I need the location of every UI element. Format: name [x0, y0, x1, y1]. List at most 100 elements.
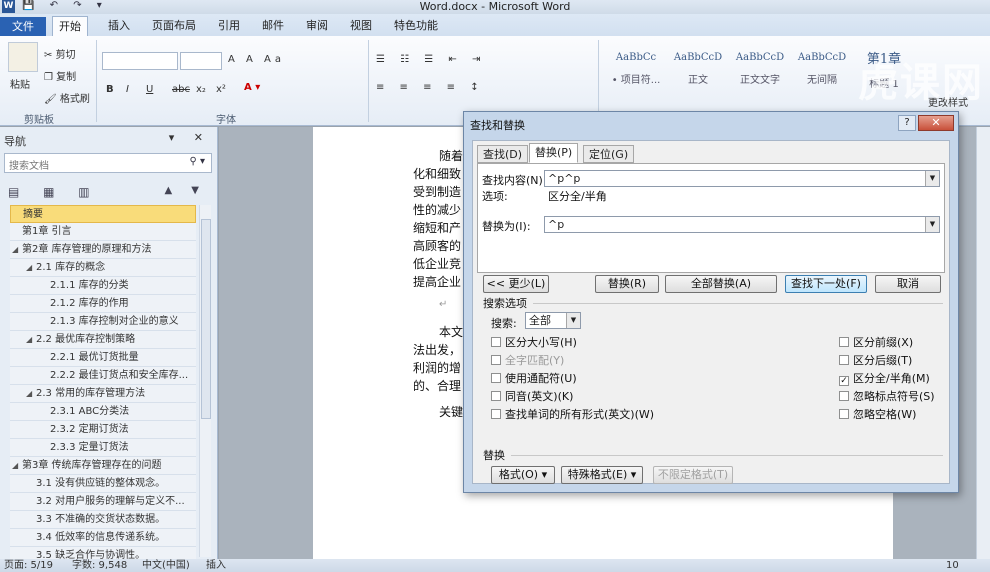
- nav-close-icon[interactable]: ▾ ✕: [169, 131, 211, 144]
- checkbox-icon[interactable]: [839, 391, 849, 401]
- option-checkbox[interactable]: 忽略空格(W): [839, 406, 916, 422]
- option-checkbox[interactable]: ✓ 区分全/半角(M): [839, 370, 930, 386]
- replace-all-button[interactable]: 全部替换(A): [665, 275, 777, 293]
- option-checkbox[interactable]: 查找单词的所有形式(英文)(W): [491, 406, 654, 422]
- tab-special-features[interactable]: 特色功能: [388, 16, 444, 36]
- checkbox-icon[interactable]: [491, 337, 501, 347]
- font-color-icon[interactable]: A ▾: [244, 82, 260, 93]
- checkmark-icon[interactable]: ✓: [839, 376, 849, 386]
- tab-references[interactable]: 引用: [212, 16, 246, 36]
- option-checkbox[interactable]: 使用通配符(U): [491, 370, 577, 386]
- nav-item[interactable]: ◢ 第3章 传统库存管理存在的问题: [10, 457, 196, 475]
- chevron-down-icon[interactable]: ▼: [925, 171, 939, 186]
- nav-item[interactable]: 2.1.1 库存的分类: [10, 277, 196, 295]
- tab-page-layout[interactable]: 页面布局: [146, 16, 202, 36]
- search-direction-select[interactable]: 全部 ▼: [525, 312, 581, 329]
- underline-button[interactable]: U: [146, 84, 153, 95]
- close-icon[interactable]: ✕: [918, 115, 954, 131]
- style-normal[interactable]: AaBbCcD 正文: [668, 42, 728, 92]
- nav-scrollbar[interactable]: [199, 205, 211, 557]
- tab-file[interactable]: 文件: [0, 17, 46, 36]
- nav-item[interactable]: 3.4 低效率的信息传递系统。: [10, 529, 196, 547]
- strikethrough-button[interactable]: abc: [172, 84, 190, 95]
- nav-item[interactable]: 2.3.3 定量订货法: [10, 439, 196, 457]
- chevron-down-icon[interactable]: ▼: [566, 313, 580, 328]
- nav-item[interactable]: 2.1.3 库存控制对企业的意义: [10, 313, 196, 331]
- nav-item[interactable]: 2.3.2 定期订货法: [10, 421, 196, 439]
- no-formatting-button[interactable]: 不限定格式(T): [653, 466, 733, 484]
- nav-arrows[interactable]: ▲ ▼: [164, 185, 207, 196]
- cut-button[interactable]: ✂ 剪切: [44, 46, 76, 61]
- tab-insert[interactable]: 插入: [102, 16, 136, 36]
- nav-item[interactable]: 2.2.1 最优订货批量: [10, 349, 196, 367]
- style-bullet[interactable]: AaBbCc • 项目符...: [606, 42, 666, 92]
- font-name-box[interactable]: [102, 52, 178, 70]
- list-buttons[interactable]: ☰ ☷ ☰ ⇤ ⇥: [376, 54, 486, 65]
- tab-view[interactable]: 视图: [344, 16, 378, 36]
- copy-button[interactable]: ❐ 复制: [44, 68, 76, 83]
- replace-button[interactable]: 替换(R): [595, 275, 659, 293]
- superscript-button[interactable]: x²: [216, 84, 226, 95]
- option-checkbox[interactable]: 忽略标点符号(S): [839, 388, 935, 404]
- checkbox-icon[interactable]: [839, 355, 849, 365]
- cancel-button[interactable]: 取消: [875, 275, 941, 293]
- help-icon[interactable]: ?: [898, 115, 916, 131]
- format-painter-button[interactable]: 🖌 格式刷: [44, 90, 90, 105]
- less-button[interactable]: << 更少(L): [483, 275, 549, 293]
- option-checkbox[interactable]: 区分后缀(T): [839, 352, 912, 368]
- status-language[interactable]: 中文(中国): [142, 559, 190, 572]
- expand-arrow-icon[interactable]: ◢: [26, 259, 36, 276]
- nav-item[interactable]: ◢ 2.1 库存的概念: [10, 259, 196, 277]
- expand-arrow-icon[interactable]: ◢: [26, 331, 36, 348]
- tab-review[interactable]: 审阅: [300, 16, 334, 36]
- find-input[interactable]: ^p^p ▼: [544, 170, 940, 187]
- nav-view-icons[interactable]: ▤ ▦ ▥: [8, 185, 100, 199]
- nav-item[interactable]: 2.1.2 库存的作用: [10, 295, 196, 313]
- bold-button[interactable]: B: [106, 84, 114, 95]
- expand-arrow-icon[interactable]: ◢: [12, 457, 22, 474]
- checkbox-icon[interactable]: [839, 409, 849, 419]
- format-button[interactable]: 格式(O) ▾: [491, 466, 555, 484]
- nav-item[interactable]: 2.2.2 最佳订货点和安全库存...: [10, 367, 196, 385]
- nav-item[interactable]: 3.1 没有供应链的整体观念。: [10, 475, 196, 493]
- special-format-button[interactable]: 特殊格式(E) ▾: [561, 466, 643, 484]
- nav-item[interactable]: ◢ 2.3 常用的库存管理方法: [10, 385, 196, 403]
- checkbox-icon[interactable]: [839, 337, 849, 347]
- expand-arrow-icon[interactable]: ◢: [26, 385, 36, 402]
- option-checkbox[interactable]: 区分大小写(H): [491, 334, 577, 350]
- subscript-button[interactable]: x₂: [196, 84, 206, 95]
- font-size-box[interactable]: [180, 52, 222, 70]
- nav-item[interactable]: 2.3.1 ABC分类法: [10, 403, 196, 421]
- tab-find[interactable]: 查找(D): [477, 145, 529, 163]
- paste-button[interactable]: 粘贴: [10, 76, 30, 91]
- nav-item[interactable]: 摘要: [10, 205, 196, 223]
- document-scrollbar[interactable]: [976, 127, 990, 559]
- chevron-down-icon[interactable]: ▼: [925, 217, 939, 232]
- option-checkbox[interactable]: 区分前缀(X): [839, 334, 913, 350]
- italic-button[interactable]: I: [126, 84, 129, 95]
- option-checkbox[interactable]: 同音(英文)(K): [491, 388, 573, 404]
- tab-home[interactable]: 开始: [52, 16, 88, 36]
- checkbox-icon[interactable]: [491, 355, 501, 365]
- tab-replace[interactable]: 替换(P): [529, 143, 579, 163]
- style-no-spacing[interactable]: AaBbCcD 无间隔: [792, 42, 852, 92]
- nav-search-input[interactable]: 搜索文档 ⚲ ▾: [4, 153, 212, 173]
- font-grow-shrink-buttons[interactable]: A A Aa: [228, 54, 285, 65]
- find-next-button[interactable]: 查找下一处(F): [785, 275, 867, 293]
- tab-goto[interactable]: 定位(G): [583, 145, 635, 163]
- checkbox-icon[interactable]: [491, 373, 501, 383]
- style-body-text[interactable]: AaBbCcD 正文文字: [730, 42, 790, 92]
- nav-item[interactable]: ◢ 2.2 最优库存控制策略: [10, 331, 196, 349]
- paste-icon[interactable]: [8, 42, 38, 72]
- option-checkbox[interactable]: 全字匹配(Y): [491, 352, 564, 368]
- replace-input[interactable]: ^p ▼: [544, 216, 940, 233]
- nav-scroll-thumb[interactable]: [201, 219, 211, 419]
- align-buttons[interactable]: ≡ ≡ ≡ ≡ ↕: [376, 82, 485, 93]
- nav-item[interactable]: 第1章 引言: [10, 223, 196, 241]
- status-words[interactable]: 字数: 9,548: [72, 559, 127, 572]
- checkbox-icon[interactable]: [491, 409, 501, 419]
- tab-mailings[interactable]: 邮件: [256, 16, 290, 36]
- status-page[interactable]: 页面: 5/19: [4, 559, 53, 572]
- nav-item[interactable]: 3.2 对用户服务的理解与定义不...: [10, 493, 196, 511]
- expand-arrow-icon[interactable]: ◢: [12, 241, 22, 258]
